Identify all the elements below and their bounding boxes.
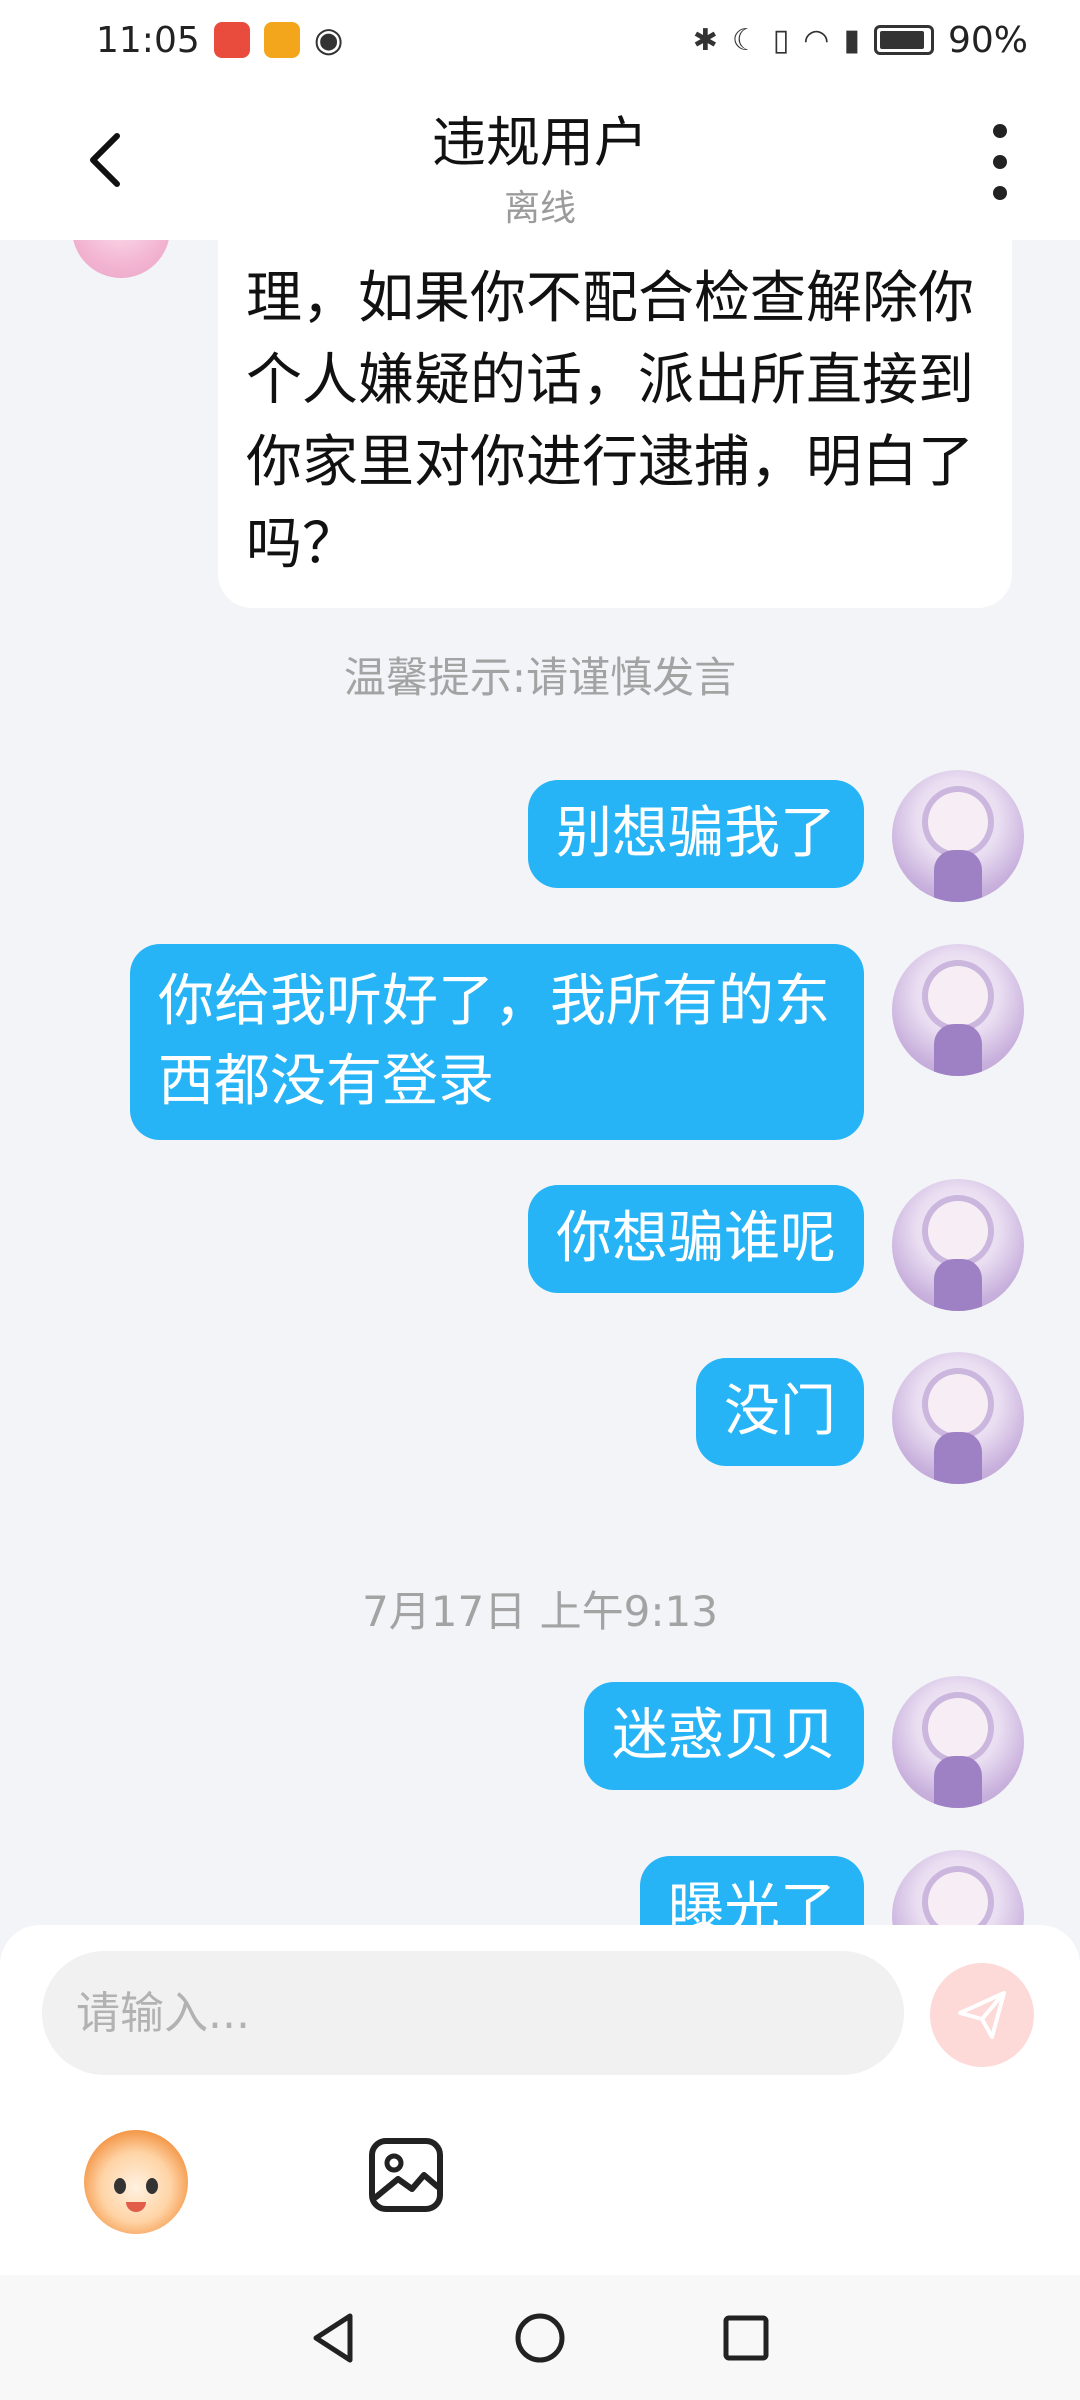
- more-dot-icon: [993, 186, 1007, 200]
- wallet-app-icon: [263, 22, 300, 58]
- status-right: ✱ ☾ ▯ ◠ ▮ 90%: [693, 20, 1028, 61]
- chat-area[interactable]: 理，如果你不配合检查解除你个人嫌疑的话，派出所直接到你家里对你进行逮捕，明白了吗…: [0, 240, 1080, 1925]
- message-row: 曝光了: [0, 1850, 1080, 1925]
- message-input[interactable]: [42, 1951, 904, 2075]
- outgoing-message[interactable]: 迷惑贝贝: [584, 1682, 864, 1790]
- sim-icon: ▮: [843, 22, 860, 58]
- battery-level: 90%: [947, 19, 1028, 61]
- nav-home-icon[interactable]: [512, 2310, 568, 2366]
- bluetooth-icon: ✱: [692, 22, 718, 58]
- chat-title: 违规用户: [432, 111, 648, 174]
- my-avatar[interactable]: [892, 1179, 1024, 1311]
- message-row: 别想骗我了: [0, 770, 1080, 910]
- image-icon: [369, 2138, 443, 2212]
- battery-icon: [873, 25, 934, 55]
- message-row: 你给我听好了，我所有的东西都没有登录: [0, 944, 1080, 1144]
- send-button[interactable]: [930, 1963, 1034, 2067]
- nav-back-icon[interactable]: [306, 2310, 362, 2366]
- outgoing-message[interactable]: 曝光了: [640, 1856, 864, 1925]
- outgoing-message[interactable]: 别想骗我了: [528, 780, 864, 888]
- wifi-icon: ◠: [803, 22, 830, 58]
- eye-icon: ◉: [313, 20, 344, 60]
- my-avatar[interactable]: [892, 770, 1024, 902]
- image-picker-button[interactable]: [366, 2135, 446, 2215]
- outgoing-message[interactable]: 你想骗谁呢: [528, 1185, 864, 1293]
- send-icon: [958, 1991, 1006, 2039]
- emoji-button[interactable]: [84, 2130, 188, 2234]
- title-wrap: 违规用户 离线: [0, 98, 1080, 231]
- incoming-message[interactable]: 理，如果你不配合检查解除你个人嫌疑的话，派出所直接到你家里对你进行逮捕，明白了吗…: [218, 240, 1012, 608]
- online-status: 离线: [503, 188, 576, 229]
- more-options-button[interactable]: [980, 124, 1020, 200]
- status-time: 11:05: [96, 19, 200, 61]
- system-tip: 温馨提示:请谨慎发言: [343, 653, 737, 702]
- peer-avatar[interactable]: [72, 240, 170, 278]
- my-avatar[interactable]: [892, 1352, 1024, 1484]
- huawei-app-icon: [213, 22, 250, 58]
- chat-header: 违规用户 离线: [0, 80, 1080, 240]
- message-row: 你想骗谁呢: [0, 1179, 1080, 1325]
- status-left: 11:05 ◉: [96, 20, 343, 61]
- my-avatar[interactable]: [892, 1850, 1024, 1925]
- more-dot-icon: [993, 155, 1007, 169]
- my-avatar[interactable]: [892, 944, 1024, 1076]
- message-row: 迷惑贝贝: [0, 1676, 1080, 1822]
- outgoing-message[interactable]: 没门: [696, 1358, 864, 1466]
- timestamp: 7月17日 上午9:13: [362, 1587, 718, 1636]
- system-nav-bar: [0, 2275, 1080, 2400]
- my-avatar[interactable]: [892, 1676, 1024, 1808]
- input-panel: [0, 1925, 1080, 2275]
- status-bar: 11:05 ◉ ✱ ☾ ▯ ◠ ▮ 90%: [0, 0, 1080, 80]
- nav-recents-icon[interactable]: [718, 2310, 774, 2366]
- moon-icon: ☾: [731, 22, 759, 58]
- vibrate-icon: ▯: [772, 22, 790, 58]
- outgoing-message[interactable]: 你给我听好了，我所有的东西都没有登录: [130, 944, 864, 1140]
- more-dot-icon: [993, 124, 1007, 138]
- message-row: 没门: [0, 1352, 1080, 1498]
